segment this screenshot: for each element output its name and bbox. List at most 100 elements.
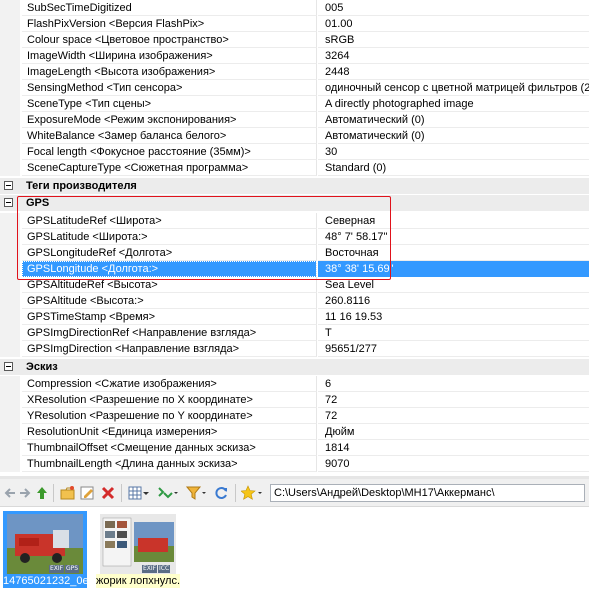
exif-badge: EXIF <box>49 565 65 573</box>
row-gutter <box>0 309 20 325</box>
property-name: ImageWidth <Ширина изображения> <box>22 48 317 64</box>
row-gutter <box>0 80 20 96</box>
property-name: FlashPixVersion <Версия FlashPix> <box>22 16 317 32</box>
property-name: GPSImgDirectionRef <Направление взгляда> <box>22 325 317 341</box>
row-gutter <box>0 376 20 392</box>
grid-row[interactable]: GPSAltitude <Высота:> 260.8116 <box>0 293 589 309</box>
grid-row[interactable]: Focal length <Фокусное расстояние (35мм)… <box>0 144 589 160</box>
property-name: WhiteBalance <Замер баланса белого> <box>22 128 317 144</box>
category-title: Теги производителя <box>26 180 137 192</box>
row-gutter <box>0 392 20 408</box>
property-name: ThumbnailLength <Длина данных эскиза> <box>22 456 317 472</box>
row-gutter <box>0 408 20 424</box>
property-value: 11 16 19.53 <box>318 309 589 325</box>
grid-row[interactable]: SubSecTimeDigitized 005 <box>0 0 589 16</box>
grid-row[interactable]: ExposureMode <Режим экспонирования> Автом… <box>0 112 589 128</box>
property-value: 9070 <box>318 456 589 472</box>
property-value: Автоматический (0) <box>318 112 589 128</box>
property-value: 30 <box>318 144 589 160</box>
category-maker-tags[interactable]: Теги производителя <box>0 178 589 194</box>
up-folder-icon[interactable] <box>35 485 49 501</box>
new-folder-icon[interactable] <box>60 485 76 501</box>
grid-row[interactable]: ThumbnailLength <Длина данных эскиза> 907… <box>0 456 589 472</box>
filter-icon[interactable] <box>186 485 208 501</box>
row-gutter <box>0 112 20 128</box>
property-name: XResolution <Разрешение по X координате> <box>22 392 317 408</box>
grid-row[interactable]: Compression <Сжатие изображения> 6 <box>0 376 589 392</box>
row-gutter <box>0 424 20 440</box>
thumbnail-caption: 14765021232_0e1... <box>3 574 87 588</box>
icc-badge: ICC <box>158 565 171 573</box>
collapse-toggle-icon[interactable] <box>4 198 13 207</box>
back-arrow-icon[interactable] <box>3 485 17 501</box>
property-name: Colour space <Цветовое пространство> <box>22 32 317 48</box>
edit-icon[interactable] <box>80 485 96 501</box>
row-gutter <box>0 96 20 112</box>
row-gutter <box>0 64 20 80</box>
property-value: 3264 <box>318 48 589 64</box>
row-gutter <box>0 325 20 341</box>
property-value: 005 <box>318 0 589 16</box>
property-value: 260.8116 <box>318 293 589 309</box>
toolbar-separator <box>235 484 236 502</box>
property-value: 01.00 <box>318 16 589 32</box>
row-gutter <box>0 144 20 160</box>
grid-row[interactable]: ResolutionUnit <Единица измерения> Дюйм <box>0 424 589 440</box>
row-gutter <box>0 160 20 176</box>
property-name: SensingMethod <Тип сенсора> <box>22 80 317 96</box>
grid-row[interactable]: ThumbnailOffset <Смещение данных эскиза>… <box>0 440 589 456</box>
property-name: ResolutionUnit <Единица измерения> <box>22 424 317 440</box>
grid-row[interactable]: Colour space <Цветовое пространство> sRGB <box>0 32 589 48</box>
grid-row[interactable]: FlashPixVersion <Версия FlashPix> 01.00 <box>0 16 589 32</box>
delete-icon[interactable] <box>101 485 115 501</box>
property-name: GPSTimeStamp <Время> <box>22 309 317 325</box>
row-gutter <box>0 16 20 32</box>
grid-row[interactable]: GPSTimeStamp <Время> 11 16 19.53 <box>0 309 589 325</box>
grid-row[interactable]: GPSImgDirection <Направление взгляда> 956… <box>0 341 589 357</box>
property-name: YResolution <Разрешение по Y координате> <box>22 408 317 424</box>
property-value: Дюйм <box>318 424 589 440</box>
row-gutter <box>0 128 20 144</box>
grid-row[interactable]: WhiteBalance <Замер баланса белого> Автом… <box>0 128 589 144</box>
category-thumbnail[interactable]: Эскиз <box>0 359 589 375</box>
favorites-star-icon[interactable] <box>241 485 265 501</box>
property-name: ExposureMode <Режим экспонирования> <box>22 112 317 128</box>
exif-badge: EXIF <box>142 565 158 573</box>
gps-highlight-box <box>17 196 391 280</box>
grid-row[interactable]: GPSImgDirectionRef <Направление взгляда>… <box>0 325 589 341</box>
grid-row[interactable]: XResolution <Разрешение по X координате>… <box>0 392 589 408</box>
collapse-toggle-icon[interactable] <box>4 362 13 371</box>
refresh-icon[interactable] <box>213 485 229 501</box>
grid-row[interactable]: SceneType <Тип сцены> A directly photogra… <box>0 96 589 112</box>
property-name: GPSAltitude <Высота:> <box>22 293 317 309</box>
sort-icon[interactable] <box>156 485 180 501</box>
thumbnail-item[interactable]: EXIF ICC жорик лопхнулс... <box>96 511 180 588</box>
property-value: 72 <box>318 408 589 424</box>
grid-row[interactable]: ImageWidth <Ширина изображения> 3264 <box>0 48 589 64</box>
property-value: 6 <box>318 376 589 392</box>
grid-row[interactable]: YResolution <Разрешение по Y координате>… <box>0 408 589 424</box>
path-input[interactable]: C:\Users\Андрей\Desktop\МН17\Аккерманс\ <box>270 484 585 502</box>
property-grid[interactable]: SubSecTimeDigitized 005 FlashPixVersion <… <box>0 0 589 475</box>
view-mode-icon[interactable] <box>128 485 150 501</box>
property-name: SceneType <Тип сцены> <box>22 96 317 112</box>
property-name: Focal length <Фокусное расстояние (35мм)… <box>22 144 317 160</box>
property-value: sRGB <box>318 32 589 48</box>
grid-row[interactable]: SceneCaptureType <Сюжетная программа> Sta… <box>0 160 589 176</box>
grid-row[interactable]: ImageLength <Высота изображения> 2448 <box>0 64 589 80</box>
property-name: ThumbnailOffset <Смещение данных эскиза> <box>22 440 317 456</box>
category-title: Эскиз <box>26 361 58 373</box>
property-name: SubSecTimeDigitized <box>22 0 317 16</box>
property-name: Compression <Сжатие изображения> <box>22 376 317 392</box>
property-value: 95651/277 <box>318 341 589 357</box>
row-gutter <box>0 341 20 357</box>
grid-row[interactable]: SensingMethod <Тип сенсора> одиночный сен… <box>0 80 589 96</box>
forward-arrow-icon[interactable] <box>18 485 32 501</box>
row-gutter <box>0 32 20 48</box>
collapse-toggle-icon[interactable] <box>4 181 13 190</box>
property-value: A directly photographed image <box>318 96 589 112</box>
property-value: 1814 <box>318 440 589 456</box>
thumbnail-item-selected[interactable]: EXIF GPS 14765021232_0e1... <box>3 511 87 588</box>
toolbar-separator <box>53 484 54 502</box>
property-value: 2448 <box>318 64 589 80</box>
